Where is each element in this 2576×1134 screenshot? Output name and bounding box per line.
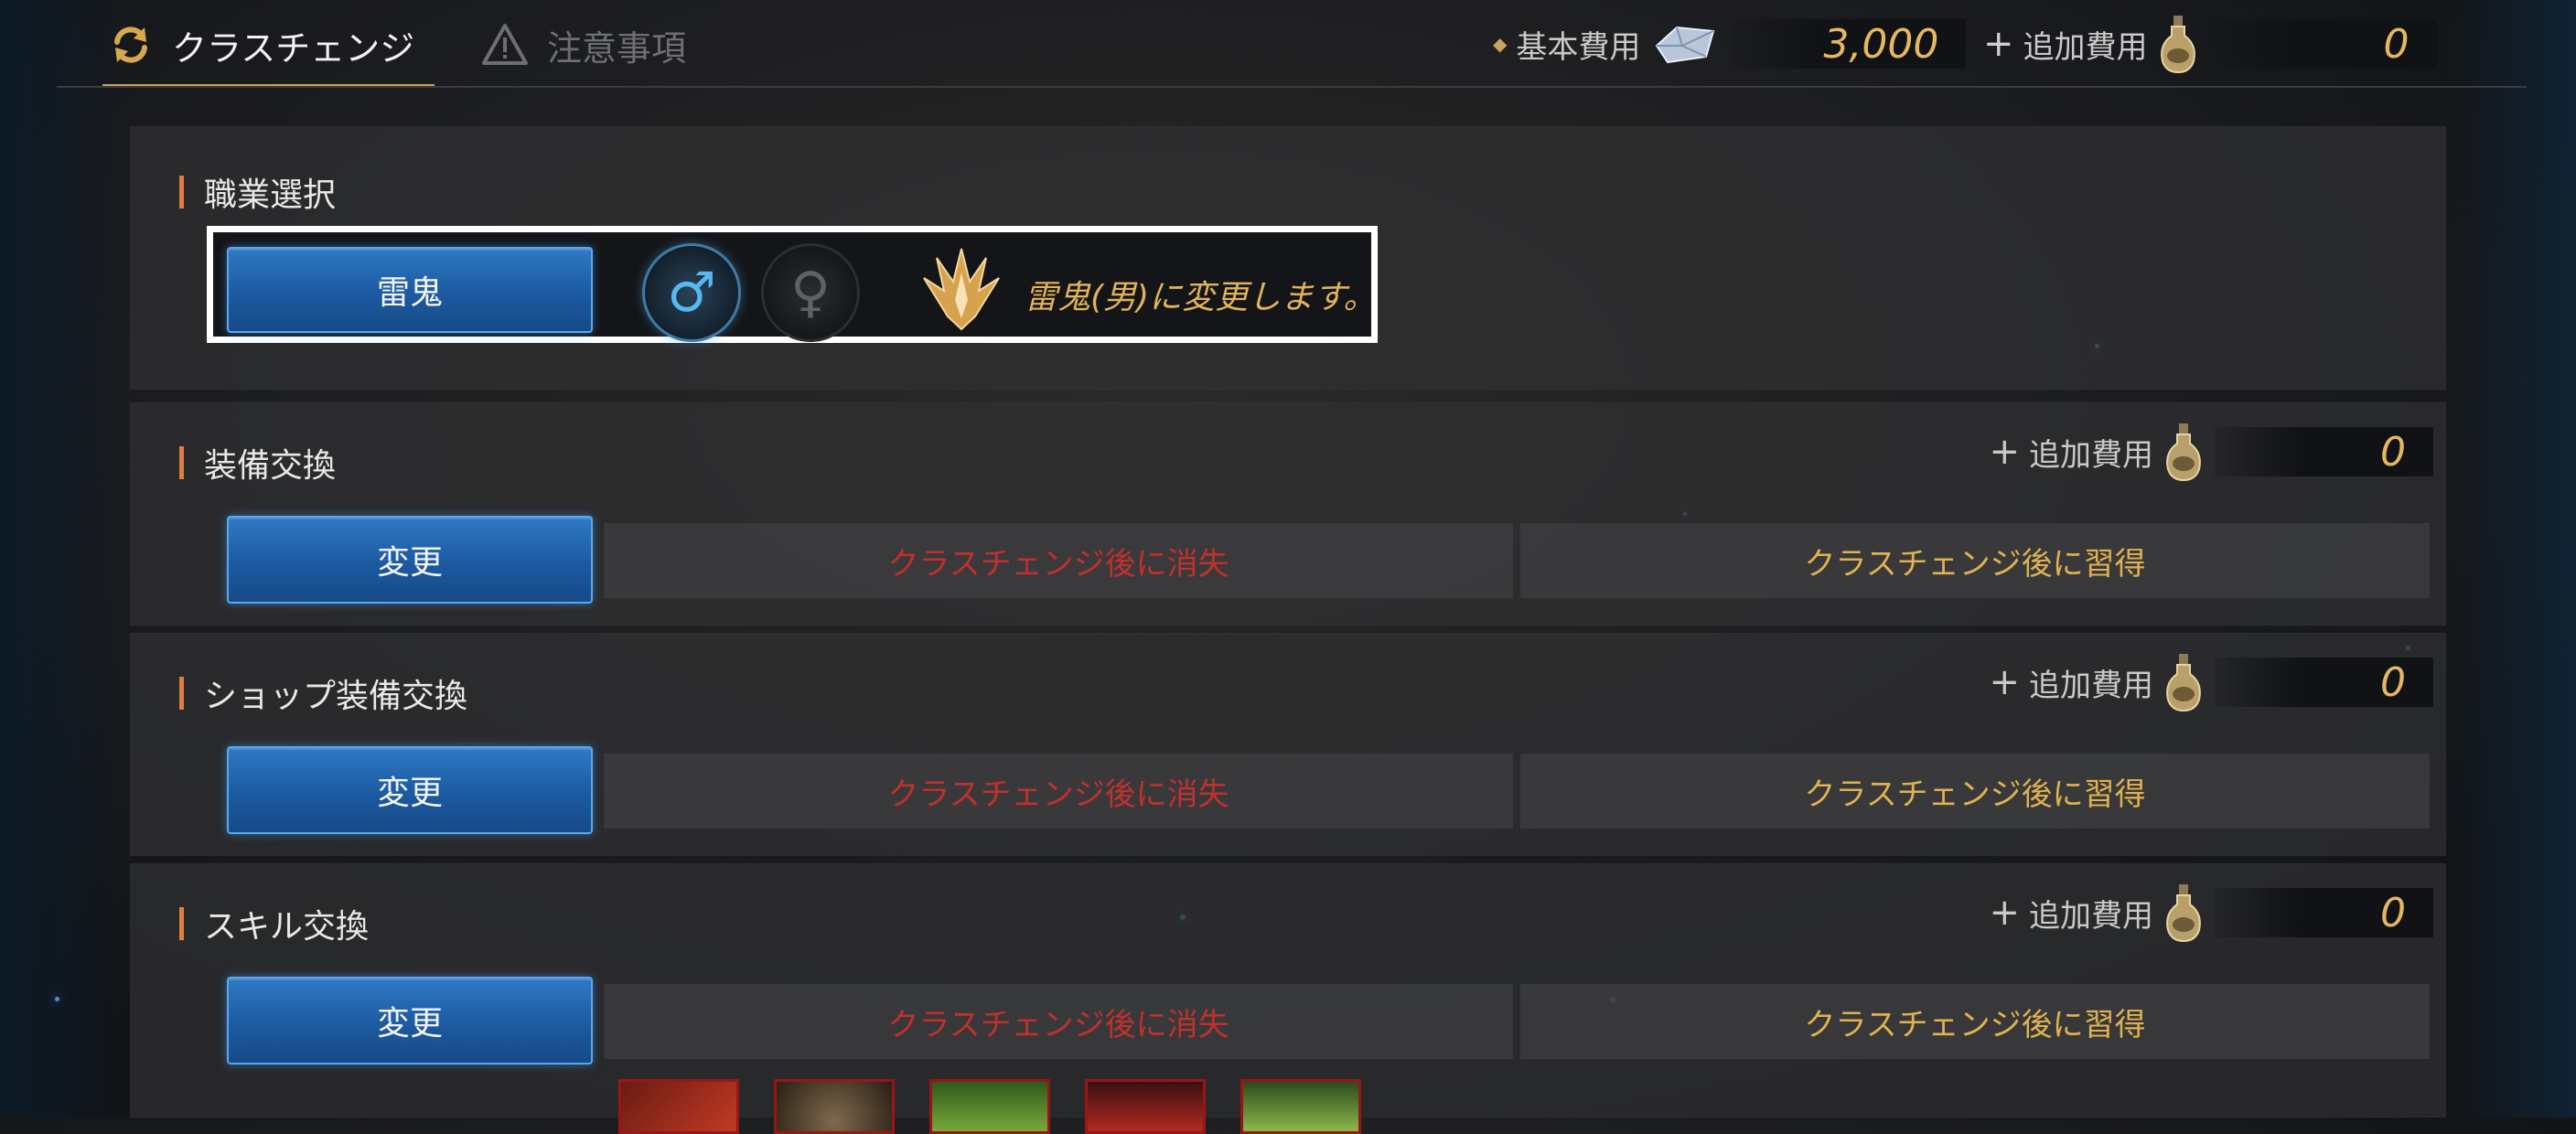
tab-label: クラスチェンジ [172,27,415,69]
skill-icon-row [618,1079,1361,1134]
section-title: スキル交換 [179,900,369,947]
title-bar-accent [179,446,184,479]
class-emblem-icon [923,248,1000,331]
tab-label: 注意事項 [547,27,687,69]
change-button[interactable]: 変更 [227,746,593,834]
background-vignette-left [0,0,128,1118]
title-bar-accent [179,907,184,940]
potion-icon [2160,16,2195,74]
plus-icon: + [1989,661,2020,703]
additional-cost-value: 0 [2214,658,2433,707]
learned-after-change-slot: クラスチェンジ後に習得 [1520,523,2430,598]
lost-after-change-slot: クラスチェンジ後に消失 [604,754,1513,829]
section-title: ショップ装備交換 [179,669,467,717]
base-cost: ◆ 基本費用 3,000 [1493,18,1967,70]
additional-cost-value: 0 [2214,888,2433,937]
title-bar-accent [179,677,184,710]
background-vignette-right [2448,0,2576,1118]
additional-cost: + 追加費用 0 [1983,16,2437,74]
lost-after-change-slot: クラスチェンジ後に消失 [604,523,1513,598]
skill-icon[interactable] [774,1079,895,1134]
section-title: 装備交換 [179,439,336,487]
tab-class-change[interactable]: クラスチェンジ [102,15,435,88]
additional-cost: + 追加費用 0 [1989,423,2433,482]
tab-notes[interactable]: 注意事項 [481,15,686,75]
title-bar-accent [179,176,184,209]
female-gender-button[interactable]: ♀ [761,243,860,342]
refresh-icon [114,27,147,63]
additional-cost-label: 追加費用 [2023,28,2148,66]
diamond-icon [1656,26,1715,64]
additional-cost-label: 追加費用 [2029,667,2153,704]
potion-icon [2166,654,2201,712]
additional-cost: + 追加費用 0 [1989,654,2433,712]
section-title-text: 装備交換 [204,447,337,485]
lost-after-change-slot: クラスチェンジ後に消失 [604,984,1513,1059]
additional-cost: + 追加費用 0 [1989,884,2433,943]
change-button[interactable]: 変更 [227,977,593,1064]
plus-icon: + [1989,431,2020,473]
equipment-exchange-panel: 装備交換 + 追加費用 0 変更 クラスチェンジ後に消失 クラスチェンジ後に習得 [130,402,2446,626]
plus-icon: + [1983,23,2014,65]
top-bar: クラスチェンジ 注意事項 ◆ 基本費用 3,000 + 追加費用 0 [57,0,2527,88]
section-title-text: 職業選択 [204,177,337,214]
diamond-bullet-icon: ◆ [1493,33,1508,55]
potion-icon [2166,884,2201,943]
class-button[interactable]: 雷鬼 [227,247,593,333]
skill-icon[interactable] [1240,1079,1361,1134]
additional-cost-label: 追加費用 [2029,897,2153,935]
shop-equipment-exchange-panel: ショップ装備交換 + 追加費用 0 変更 クラスチェンジ後に消失 クラスチェンジ後… [130,633,2446,856]
class-change-message: 雷鬼(男)に変更します。 [1025,279,1377,316]
section-title-text: ショップ装備交換 [204,678,468,715]
skill-icon[interactable] [929,1079,1050,1134]
sparkle [55,997,59,1001]
base-cost-label: 基本費用 [1516,28,1641,66]
section-title: 職業選択 [179,168,336,216]
learned-after-change-slot: クラスチェンジ後に習得 [1520,754,2430,829]
additional-cost-value: 0 [2214,427,2433,476]
section-title-text: スキル交換 [204,908,370,946]
plus-icon: + [1989,892,2020,934]
base-cost-value: 3,000 [1730,19,1967,69]
additional-cost-value: 0 [2207,19,2437,69]
skill-icon[interactable] [618,1079,739,1134]
change-button[interactable]: 変更 [227,516,593,604]
potion-icon [2166,423,2201,482]
divider [57,86,2527,88]
male-gender-button[interactable]: ♂ [642,243,741,342]
additional-cost-label: 追加費用 [2029,436,2153,474]
skill-icon[interactable] [1085,1079,1206,1134]
warning-icon [482,24,528,65]
learned-after-change-slot: クラスチェンジ後に習得 [1520,984,2430,1059]
